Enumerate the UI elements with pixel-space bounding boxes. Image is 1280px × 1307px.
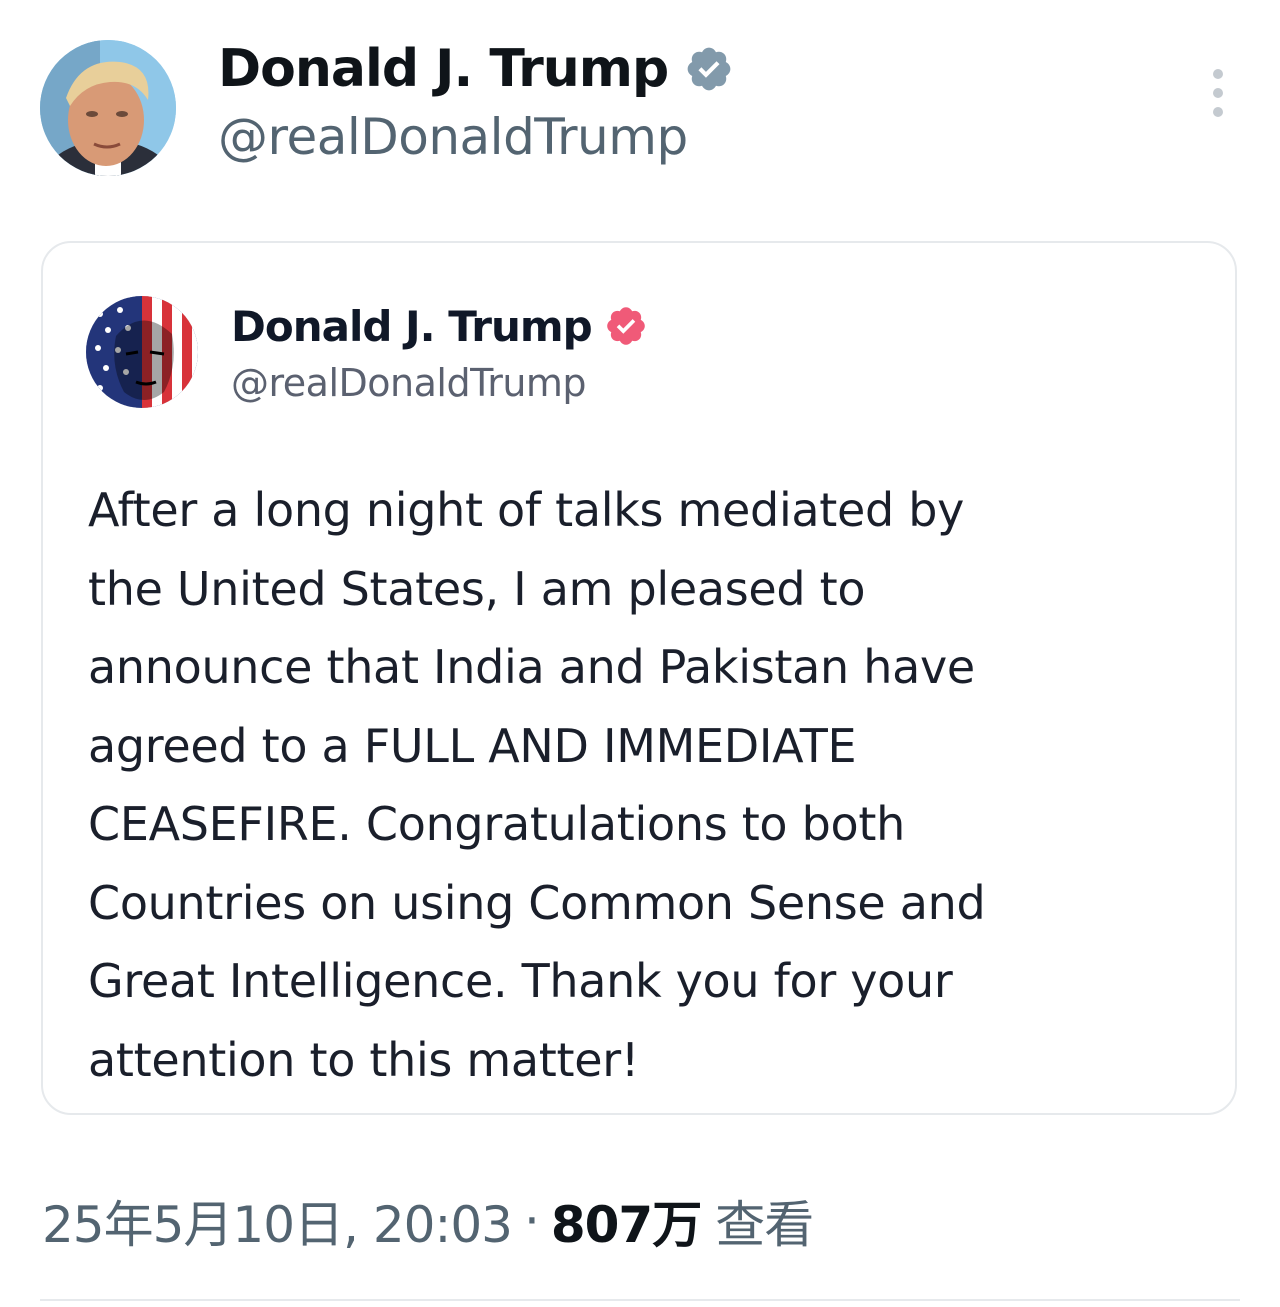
quoted-author-name-row: Donald J. Trump	[231, 301, 648, 351]
divider	[40, 1299, 1240, 1301]
quoted-post-card[interactable]: Donald J. Trump @realDonaldTrump After a…	[41, 241, 1237, 1115]
post-timestamp[interactable]: 25年5月10日, 20:03	[42, 1185, 513, 1257]
meta-separator: ·	[523, 1192, 540, 1250]
quoted-post-text: After a long night of talks mediated by …	[88, 483, 986, 1087]
author-handle[interactable]: @realDonaldTrump	[218, 108, 688, 166]
author-name-row: Donald J. Trump	[218, 38, 734, 100]
views-label: 查看	[715, 1196, 814, 1254]
author-display-name[interactable]: Donald J. Trump	[218, 39, 669, 99]
verified-badge-icon	[684, 44, 734, 94]
views-count: 807万	[550, 1196, 702, 1254]
post-meta: 25年5月10日, 20:03 · 807万 查看	[42, 1185, 814, 1257]
post-header: Donald J. Trump @realDonaldTrump	[40, 38, 1240, 178]
verified-badge-icon	[604, 304, 648, 348]
quoted-author-avatar[interactable]	[86, 296, 198, 408]
author-avatar[interactable]	[40, 40, 176, 176]
quoted-author-handle[interactable]: @realDonaldTrump	[231, 361, 587, 405]
quoted-author-display-name[interactable]: Donald J. Trump	[231, 302, 593, 351]
more-vertical-icon[interactable]	[1206, 68, 1230, 118]
